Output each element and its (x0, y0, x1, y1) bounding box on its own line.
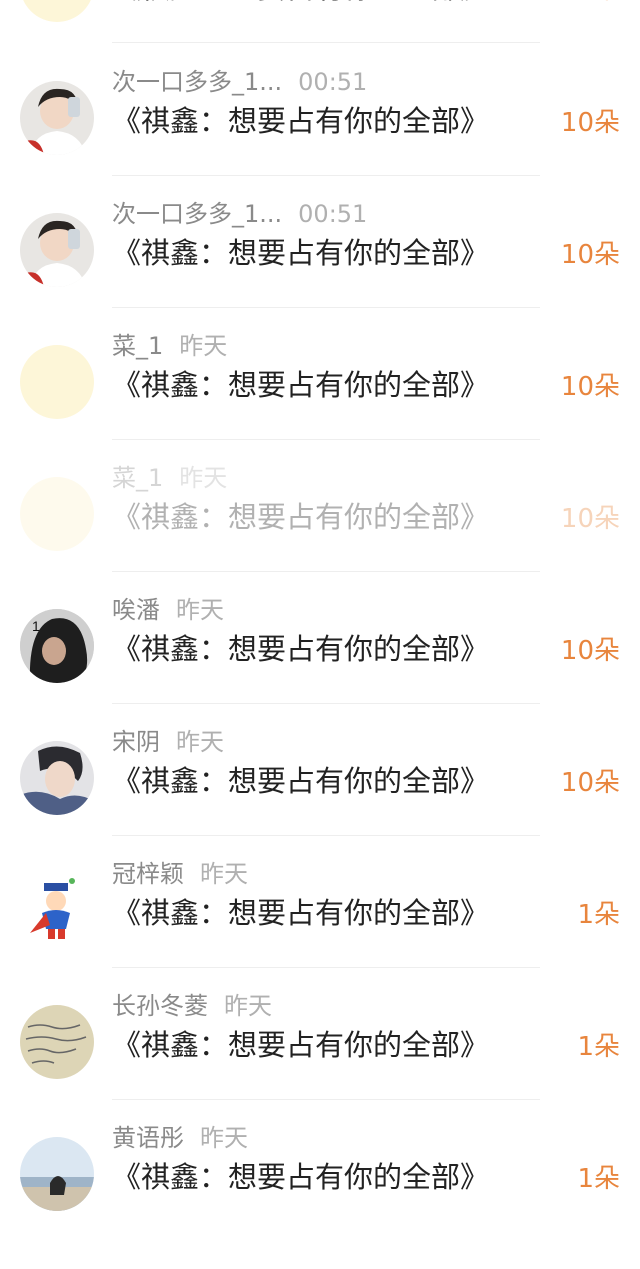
divider (112, 1099, 540, 1100)
user-meta: 长孙冬菱 昨天 (112, 989, 272, 1023)
timestamp: 昨天 (176, 596, 224, 624)
gift-title: 《祺鑫：想要占有你的全部》 (112, 500, 490, 534)
timestamp: 昨天 (200, 1124, 248, 1152)
gift-title: 《祺鑫：想要占有你的全部》 (112, 1028, 490, 1062)
divider (112, 307, 540, 308)
list-item[interactable]: 次一口多多_1... 00:51 《祺鑫：想要占有你的全部》 10朵 (0, 200, 640, 345)
timestamp: 00:51 (298, 200, 368, 228)
flower-count: 10朵 (560, 372, 620, 402)
flower-count: 10朵 (560, 240, 620, 270)
gift-title: 《祺鑫：想要占有你的全部》 (112, 896, 490, 930)
flower-count: 1朵 (577, 1032, 620, 1062)
avatar[interactable] (20, 1137, 94, 1211)
flower-count: 10朵 (560, 108, 620, 138)
flower-count: 10朵 (560, 636, 620, 666)
flower-count: 1朵 (577, 0, 620, 10)
user-name[interactable]: 次一口多多_1... (112, 65, 282, 99)
timestamp: 昨天 (179, 332, 228, 360)
divider (112, 175, 540, 176)
divider (112, 703, 540, 704)
list-item[interactable]: 菜_1 昨天 《祺鑫：想要占有你的全部》 10朵 (0, 332, 640, 477)
gift-title: 《祺鑫：想要占有你的全部》 (112, 236, 490, 270)
avatar[interactable] (20, 741, 94, 815)
timestamp: 昨天 (224, 992, 272, 1020)
avatar[interactable]: 1 (20, 609, 94, 683)
timestamp: 00:51 (298, 68, 368, 96)
flower-count: 1朵 (577, 1164, 620, 1194)
user-name[interactable]: 黄语彤 (112, 1121, 184, 1155)
list-item[interactable]: 长孙冬菱 昨天 《祺鑫：想要占有你的全部》 1朵 (0, 992, 640, 1137)
user-name[interactable]: 冠梓颖 (112, 857, 184, 891)
timestamp: 昨天 (179, 464, 228, 492)
divider (112, 835, 540, 836)
avatar[interactable] (20, 345, 94, 419)
svg-text:1: 1 (32, 618, 40, 634)
list-item[interactable]: 冠梓颖 昨天 《祺鑫：想要占有你的全部》 1朵 (0, 860, 640, 1005)
user-meta: 次一口多多_1... 00:51 (112, 65, 367, 99)
divider (112, 439, 540, 440)
divider (112, 967, 540, 968)
avatar[interactable] (20, 81, 94, 155)
gift-title: 《祺鑫：想要占有你的全部》 (112, 1160, 490, 1194)
user-meta: 黄语彤 昨天 (112, 1121, 248, 1155)
user-name[interactable]: 唉潘 (112, 593, 160, 627)
user-name[interactable]: 次一口多多_1... (112, 197, 282, 231)
list-item[interactable]: 宋阴 昨天 《祺鑫：想要占有你的全部》 10朵 (0, 728, 640, 873)
gift-title: 《祺鑫：想要占有你的全部》 (112, 368, 490, 402)
list-item[interactable]: 黄语彤 昨天 《祺鑫：想要占有你的全部》 1朵 (0, 1124, 640, 1269)
avatar[interactable] (20, 873, 94, 947)
user-meta: 唉潘 昨天 (112, 593, 224, 627)
gift-title: 《祺鑫：想要占有你的全部》 (112, 0, 489, 8)
gift-title: 《祺鑫：想要占有你的全部》 (112, 104, 490, 138)
list-item[interactable]: 菜_1 昨天 《祺鑫：想要占有你的全部》 10朵 (0, 464, 640, 609)
user-name[interactable]: 菜_1 (112, 461, 163, 495)
user-meta: 冠梓颖 昨天 (112, 857, 248, 891)
timestamp: 昨天 (176, 728, 224, 756)
avatar[interactable] (20, 477, 94, 551)
avatar[interactable] (20, 213, 94, 287)
avatar[interactable] (20, 1005, 94, 1079)
user-name[interactable]: 宋阴 (112, 725, 160, 759)
divider (112, 571, 540, 572)
divider (112, 42, 540, 43)
gift-title: 《祺鑫：想要占有你的全部》 (112, 632, 490, 666)
list-item[interactable]: 次一口多多_1... 00:51 《祺鑫：想要占有你的全部》 10朵 (0, 68, 640, 213)
timestamp: 昨天 (200, 860, 248, 888)
user-name[interactable]: 长孙冬菱 (112, 989, 208, 1023)
user-name[interactable]: 菜_1 (112, 329, 163, 363)
gift-title: 《祺鑫：想要占有你的全部》 (112, 764, 490, 798)
user-meta: 菜_1 昨天 (112, 461, 227, 495)
flower-count: 1朵 (577, 900, 620, 930)
user-meta: 菜_1 昨天 (112, 329, 227, 363)
flower-count: 10朵 (560, 504, 620, 534)
user-meta: 宋阴 昨天 (112, 725, 224, 759)
flower-count: 10朵 (560, 768, 620, 798)
avatar[interactable] (20, 0, 94, 22)
user-meta: 次一口多多_1... 00:51 (112, 197, 367, 231)
list-item[interactable]: 1 唉潘 昨天 《祺鑫：想要占有你的全部》 10朵 (0, 596, 640, 741)
